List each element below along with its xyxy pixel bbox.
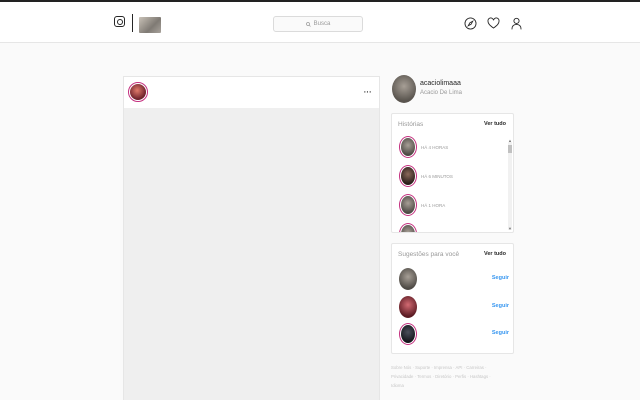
story-item[interactable]: HÁ 1 HORA [399, 194, 499, 218]
story-time: HÁ 1 HORA [421, 203, 446, 208]
instagram-wordmark-image[interactable] [139, 17, 161, 33]
suggestion-item: Seguir [399, 268, 509, 292]
stories-panel: Histórias Ver tudo HÁ 4 HORAS HÁ 6 MINUT… [391, 113, 514, 233]
search-input[interactable]: Busca [273, 16, 363, 32]
suggestions-title: Sugestões para você [398, 251, 460, 258]
footer-line-1[interactable]: Sobre Nós · Suporte · Imprensa · API · C… [391, 363, 516, 372]
follow-button[interactable]: Seguir [492, 303, 509, 309]
footer-line-3[interactable]: Idioma [391, 381, 516, 390]
suggestions-panel: Sugestões para você Ver tudo Seguir Segu… [391, 243, 514, 354]
instagram-logo-icon[interactable] [114, 16, 125, 27]
story-item[interactable]: HÁ 6 MINUTOS [399, 165, 499, 189]
profile-username[interactable]: acaciolimaaa [420, 80, 461, 87]
story-avatar[interactable] [399, 165, 417, 187]
post-header: ··· [124, 77, 379, 109]
post-author-avatar[interactable] [128, 82, 148, 102]
stories-scrollbar[interactable] [508, 142, 512, 230]
story-time: HÁ 4 HORAS [421, 145, 449, 150]
profile-icon[interactable] [510, 17, 523, 30]
explore-compass-icon[interactable] [464, 17, 477, 30]
footer-line-2[interactable]: Privacidade · Termos · Diretório · Perfi… [391, 372, 516, 381]
story-item[interactable] [399, 223, 499, 232]
suggestion-avatar[interactable] [399, 268, 417, 290]
stories-see-all-link[interactable]: Ver tudo [484, 121, 506, 127]
search-icon [305, 21, 311, 27]
story-time: HÁ 6 MINUTOS [421, 174, 453, 179]
story-avatar[interactable] [399, 136, 417, 158]
scrollbar-thumb[interactable] [508, 145, 512, 153]
top-nav-bar: Busca [0, 0, 640, 43]
suggestions-see-all-link[interactable]: Ver tudo [484, 251, 506, 257]
story-avatar[interactable] [399, 223, 417, 232]
follow-button[interactable]: Seguir [492, 275, 509, 281]
scroll-down-arrow-icon[interactable]: ▼ [508, 226, 512, 231]
current-user-profile: acaciolimaaa Acacio De Lima [392, 75, 522, 105]
follow-button[interactable]: Seguir [492, 330, 509, 336]
feed-post-card: ··· [123, 76, 380, 400]
suggestion-avatar[interactable] [399, 323, 417, 345]
suggestion-avatar[interactable] [399, 296, 417, 318]
story-item[interactable]: HÁ 4 HORAS [399, 136, 499, 160]
suggestion-item: Seguir [399, 296, 509, 320]
story-avatar[interactable] [399, 194, 417, 216]
logo-divider [132, 14, 133, 32]
stories-title: Histórias [398, 121, 424, 128]
more-options-icon[interactable]: ··· [363, 87, 372, 98]
profile-full-name: Acacio De Lima [420, 90, 463, 96]
user-avatar[interactable] [392, 75, 416, 103]
footer-links: Sobre Nós · Suporte · Imprensa · API · C… [391, 363, 516, 390]
search-placeholder: Busca [313, 21, 331, 27]
heart-icon[interactable] [487, 17, 500, 30]
suggestion-item: Seguir [399, 323, 509, 347]
post-media-placeholder [124, 108, 379, 400]
